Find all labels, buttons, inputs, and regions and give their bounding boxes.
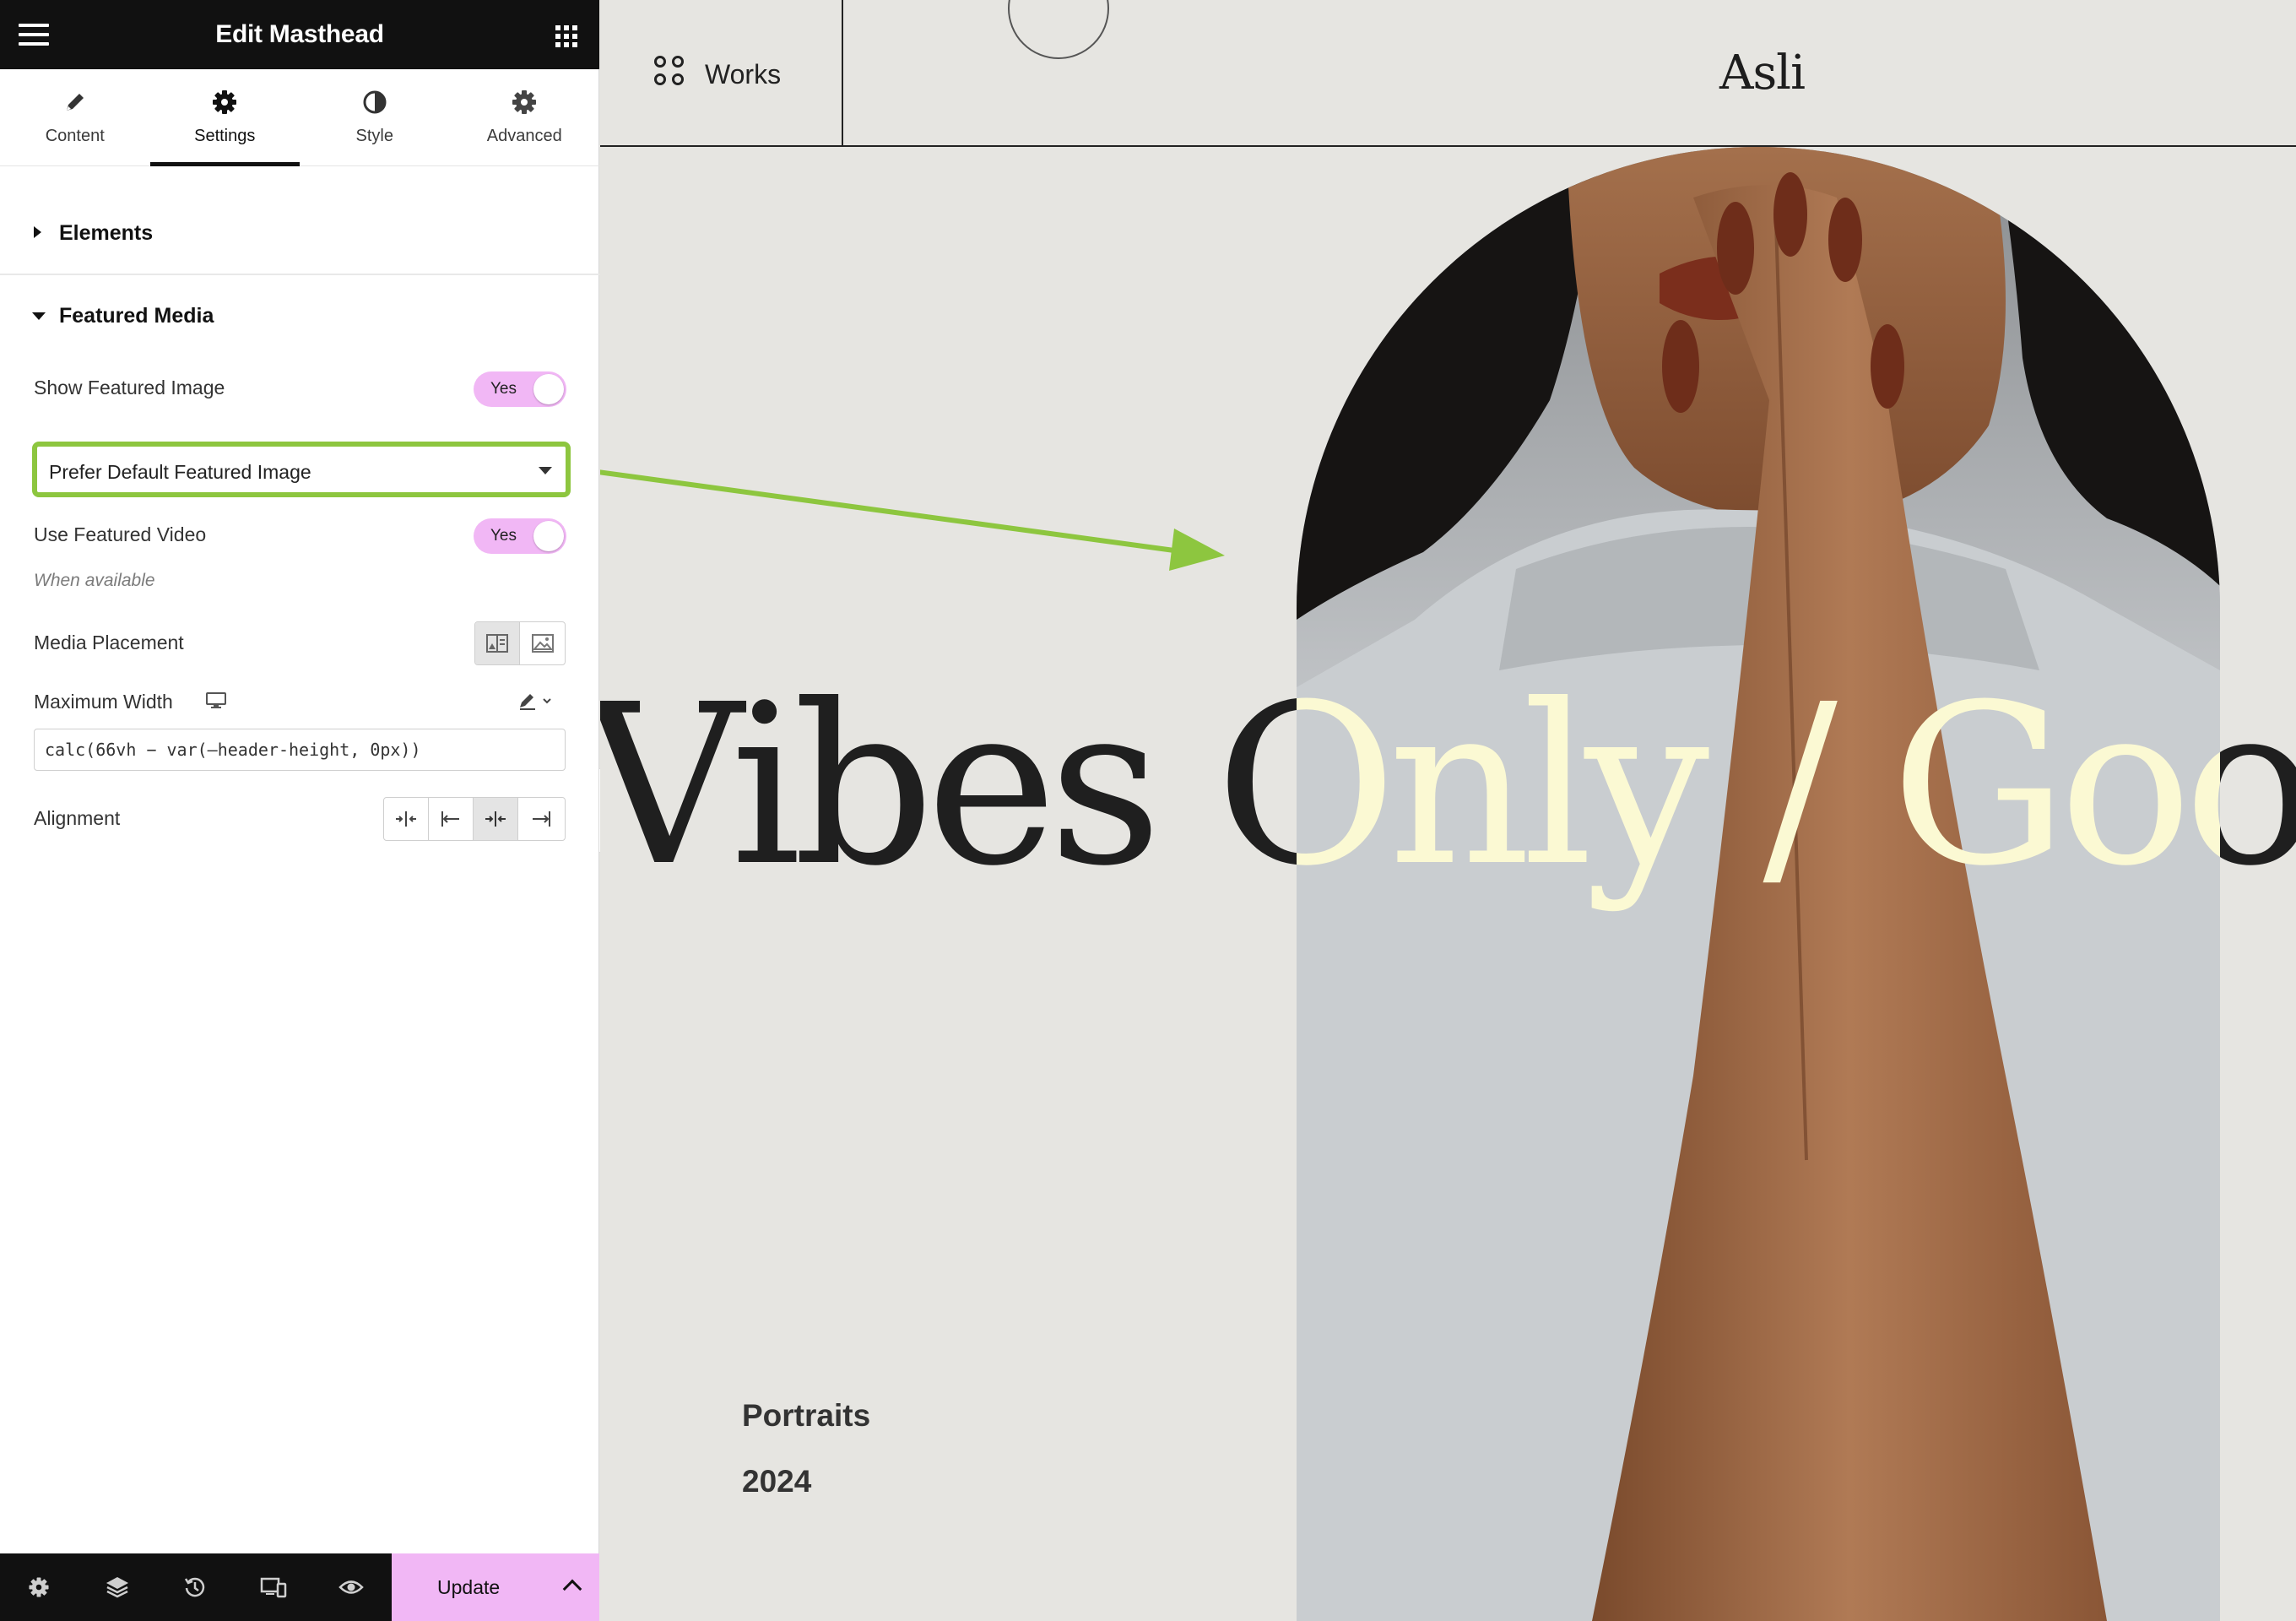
chevron-up-icon[interactable] [562, 1579, 582, 1599]
tab-content-label: Content [45, 127, 105, 145]
half-circle-icon [363, 90, 387, 114]
tab-content[interactable]: Content [0, 69, 150, 165]
site-preview: Works Asli Vibes Only / Good [600, 0, 2296, 1621]
desktop-monitor-icon[interactable] [206, 692, 226, 709]
gear-icon [512, 90, 537, 114]
show-featured-image-toggle[interactable]: Yes [474, 371, 566, 407]
align-start-icon[interactable] [429, 798, 474, 840]
gear-icon [213, 90, 237, 114]
use-featured-video-label: Use Featured Video [34, 523, 207, 545]
annotation-arrow [600, 469, 1225, 571]
toggle-knob [533, 521, 564, 551]
align-stretch-icon[interactable] [384, 798, 429, 840]
featured-image-arch: Vibes Only / Good [1297, 147, 2220, 1621]
widgets-grid-icon[interactable] [555, 25, 577, 47]
caret-down-icon [32, 312, 46, 320]
toggle-yes-label: Yes [490, 380, 517, 398]
select-value: Prefer Default Featured Image [49, 461, 311, 483]
project-category: Portraits [742, 1398, 871, 1433]
tab-advanced[interactable]: Advanced [450, 69, 600, 165]
alignment-choices [383, 797, 566, 841]
section-featured-media[interactable]: Featured Media [0, 275, 599, 356]
media-placement-choices [474, 621, 566, 665]
tab-style-label: Style [355, 127, 393, 145]
responsive-icon[interactable] [257, 1570, 290, 1604]
works-nav-label: Works [705, 59, 782, 89]
toggle-knob [533, 374, 564, 404]
site-logo[interactable]: Asli [1719, 46, 1806, 100]
update-button[interactable]: Update [392, 1553, 599, 1621]
section-elements[interactable]: Elements [0, 192, 599, 274]
history-icon[interactable] [178, 1570, 212, 1604]
image-icon[interactable] [520, 622, 565, 664]
header-divider [842, 0, 843, 147]
beside-text-icon[interactable] [475, 622, 520, 664]
show-featured-image-label: Show Featured Image [34, 377, 225, 398]
align-center-icon[interactable] [474, 798, 518, 840]
settings-icon[interactable] [22, 1570, 56, 1604]
featured-image-source-select[interactable]: Prefer Default Featured Image [32, 442, 571, 497]
panel-title: Edit Masthead [215, 20, 384, 48]
caret-right-icon [34, 226, 41, 238]
update-label: Update [437, 1576, 501, 1598]
tab-style[interactable]: Style [300, 69, 450, 165]
use-featured-video-hint: When available [34, 571, 155, 590]
panel-header: Edit Masthead [0, 0, 599, 69]
alignment-label: Alignment [34, 807, 121, 829]
toggle-yes-label: Yes [490, 527, 517, 545]
panel-tabs: Content Settings Style Advanced [0, 69, 599, 166]
project-year: 2024 [742, 1464, 812, 1499]
editor-panel: Edit Masthead Content Settings Style Adv… [0, 0, 599, 1621]
hero-title-overlay: Vibes Only / Good [1297, 657, 2220, 914]
align-end-icon[interactable] [518, 798, 563, 840]
chevron-down-icon [539, 467, 552, 474]
section-featured-media-label: Featured Media [59, 304, 214, 328]
maximum-width-label: Maximum Width [34, 691, 173, 713]
site-header: Works Asli [600, 0, 2296, 147]
section-elements-label: Elements [59, 221, 154, 245]
tab-settings[interactable]: Settings [149, 69, 301, 166]
tab-settings-label: Settings [194, 127, 256, 145]
decorative-circle [1008, 0, 1109, 59]
layers-icon[interactable] [100, 1570, 134, 1604]
tab-advanced-label: Advanced [486, 127, 562, 145]
panel-footer: Update [0, 1553, 599, 1621]
maximum-width-input[interactable]: calc(66vh − var(—header-height, 0px)) [34, 729, 566, 771]
edit-units-icon[interactable] [518, 691, 555, 711]
pencil-icon [66, 94, 84, 111]
media-placement-label: Media Placement [34, 632, 184, 653]
four-circles-icon [654, 56, 688, 89]
preview-eye-icon[interactable] [334, 1570, 368, 1604]
use-featured-video-toggle[interactable]: Yes [474, 518, 566, 554]
